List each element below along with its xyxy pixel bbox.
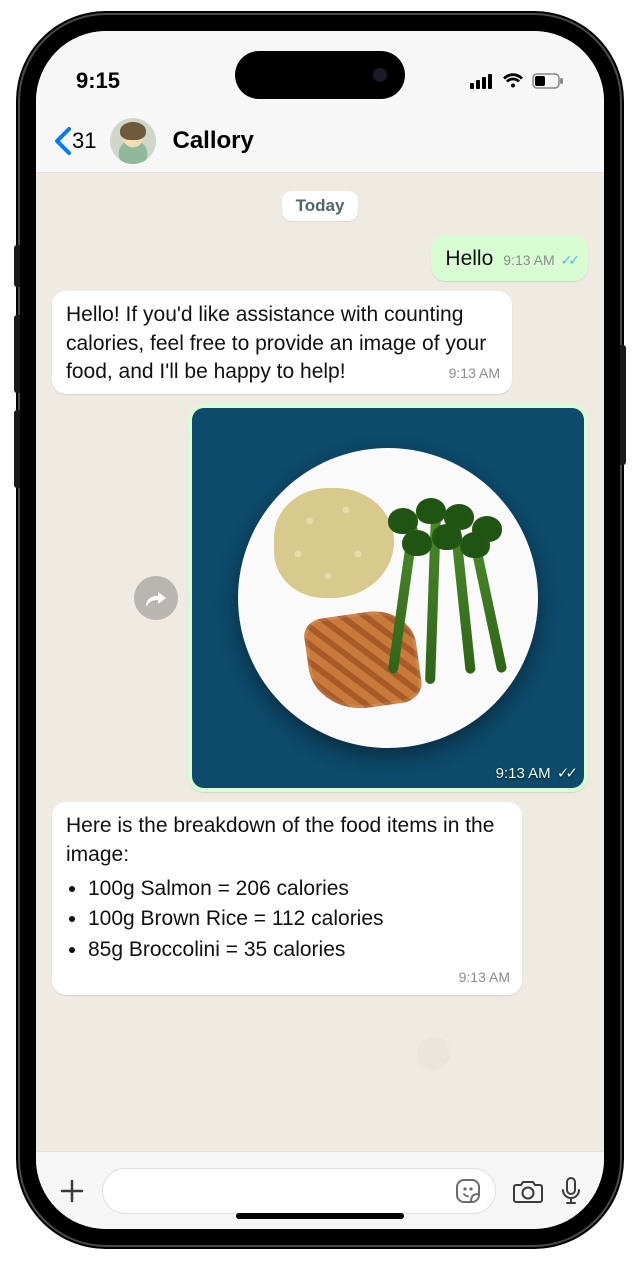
power-button [620,345,626,465]
message-text: Hello! If you'd like assistance with cou… [66,303,486,383]
message-input[interactable] [102,1168,496,1214]
food-image[interactable] [192,408,584,788]
date-separator: Today [282,191,359,221]
camera-icon [512,1178,544,1204]
read-ticks-icon: ✓✓ [557,765,574,782]
silent-switch [14,245,20,287]
volume-up-button [14,315,20,393]
message-meta: 9:13 AM [76,968,510,987]
breakdown-item: 85g Broccolini = 35 calories [88,936,510,964]
read-ticks-icon: ✓✓ [561,252,576,268]
broccolini-illustration [388,494,518,694]
message-bubble[interactable]: Hello 9:13 AM ✓✓ [431,235,588,281]
wifi-icon [502,73,524,89]
message-time: 9:13 AM [459,969,510,985]
mic-icon [560,1176,582,1206]
camera-button[interactable] [512,1178,544,1204]
plus-icon [58,1177,86,1205]
sticker-icon [455,1178,481,1204]
battery-icon [532,73,564,89]
message-row-incoming: Hello! If you'd like assistance with cou… [52,291,588,394]
message-time: 9:13 AM [449,365,500,381]
home-indicator[interactable] [236,1213,404,1219]
message-row-incoming: Here is the breakdown of the food items … [52,802,588,995]
unread-count: 31 [72,128,96,154]
chat-body[interactable]: Today Hello 9:13 AM ✓✓ Hello! If you'd l… [36,173,604,1151]
message-bubble[interactable]: Here is the breakdown of the food items … [52,802,522,995]
message-meta: 9:13 AM ✓✓ [503,251,576,270]
breakdown-item: 100g Brown Rice = 112 calories [88,905,510,933]
contact-name[interactable]: Callory [172,127,253,155]
forward-button[interactable] [134,576,178,620]
message-text: Hello [445,247,493,270]
status-time: 9:15 [76,68,120,94]
message-bubble[interactable]: Hello! If you'd like assistance with cou… [52,291,512,394]
plate-illustration [238,448,538,748]
back-button[interactable]: 31 [54,127,96,155]
dynamic-island [235,51,405,99]
message-time: 9:13 AM [503,252,554,268]
volume-down-button [14,410,20,488]
message-meta: 9:13 AM [449,364,500,383]
breakdown-intro: Here is the breakdown of the food items … [66,814,494,865]
voice-button[interactable] [560,1176,582,1206]
breakdown-item: 100g Salmon = 206 calories [88,875,510,903]
image-message-bubble[interactable]: 9:13 AM ✓✓ [188,404,588,792]
message-time: 9:13 AM [496,765,551,782]
cellular-icon [470,73,494,89]
phone-frame: 9:15 31 Callory Today Hello [20,15,620,1245]
breakdown-list: 100g Salmon = 206 calories 100g Brown Ri… [88,875,510,964]
rice-illustration [274,488,394,598]
attach-button[interactable] [58,1177,86,1205]
contact-avatar[interactable] [110,118,156,164]
chevron-left-icon [54,127,72,155]
message-row-outgoing: Hello 9:13 AM ✓✓ [52,235,588,281]
message-meta: 9:13 AM ✓✓ [496,764,574,782]
message-row-outgoing: 9:13 AM ✓✓ [52,404,588,792]
screen: 9:15 31 Callory Today Hello [36,31,604,1229]
forward-icon [145,588,167,608]
status-indicators [470,73,564,89]
chat-header: 31 Callory [36,109,604,173]
